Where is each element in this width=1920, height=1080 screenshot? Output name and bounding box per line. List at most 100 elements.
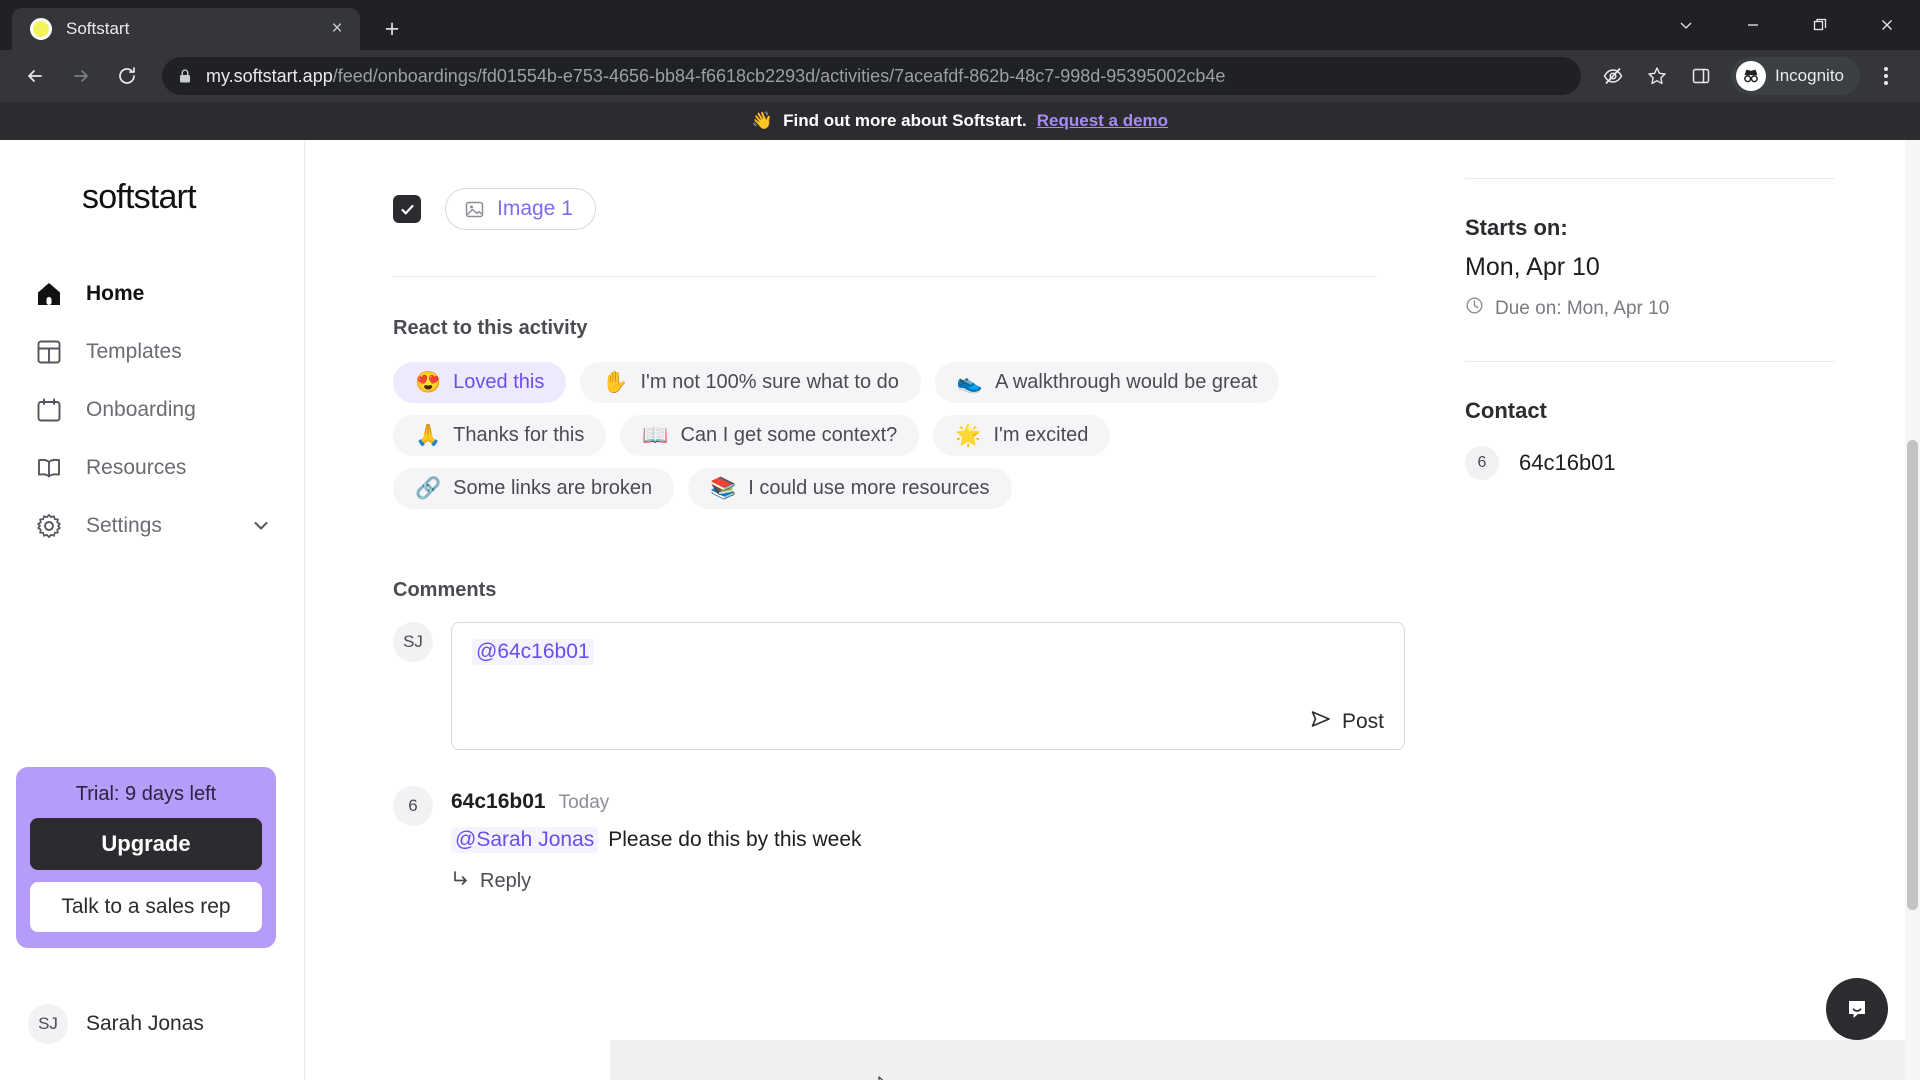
upgrade-button[interactable]: Upgrade bbox=[30, 818, 262, 870]
window-controls bbox=[1652, 0, 1920, 50]
browser-tab[interactable]: Softstart × bbox=[12, 8, 360, 50]
avatar: SJ bbox=[28, 1004, 68, 1044]
sidebar-item-templates[interactable]: Templates bbox=[0, 323, 304, 381]
rail-inner: Starts on: Mon, Apr 10 Due on: Mon, Apr … bbox=[1465, 140, 1835, 520]
contact-row[interactable]: 6 64c16b01 bbox=[1465, 446, 1835, 480]
reaction-chip[interactable]: 🌟 I'm excited bbox=[933, 415, 1111, 456]
trial-status-text: Trial: 9 days left bbox=[75, 783, 217, 805]
templates-grid-icon bbox=[34, 337, 64, 367]
tab-title: Softstart bbox=[66, 19, 130, 38]
reaction-chip[interactable]: ✋ I'm not 100% sure what to do bbox=[580, 362, 921, 403]
reaction-label: Thanks for this bbox=[453, 424, 585, 446]
chevron-down-icon[interactable] bbox=[250, 515, 272, 537]
side-panel-icon[interactable] bbox=[1681, 56, 1721, 96]
reaction-emoji-icon: 🔗 bbox=[415, 477, 442, 500]
reaction-label: I'm excited bbox=[993, 424, 1089, 446]
reaction-chip[interactable]: 👟 A walkthrough would be great bbox=[934, 362, 1280, 403]
reaction-label: Loved this bbox=[453, 371, 545, 393]
lock-icon bbox=[178, 68, 194, 84]
attachment-chip-image-1[interactable]: Image 1 bbox=[445, 188, 596, 230]
avatar: SJ bbox=[393, 622, 433, 662]
sidebar-label-templates: Templates bbox=[86, 340, 182, 363]
back-button[interactable] bbox=[14, 55, 56, 97]
reaction-emoji-icon: 😍 bbox=[415, 371, 442, 394]
sidebar-label-home: Home bbox=[86, 282, 145, 305]
sidebar-item-home[interactable]: Home bbox=[0, 265, 304, 323]
profile-label: Incognito bbox=[1775, 66, 1844, 85]
sidebar-nav: Home Templates Onboarding Resources Sett… bbox=[0, 265, 304, 555]
attachment-row: Image 1 bbox=[365, 140, 1405, 230]
sidebar-item-resources[interactable]: Resources bbox=[0, 439, 304, 497]
reload-button[interactable] bbox=[106, 55, 148, 97]
reaction-label: Some links are broken bbox=[453, 477, 653, 499]
comment-text: @Sarah Jonas Please do this by this week bbox=[451, 827, 862, 853]
post-label: Post bbox=[1341, 710, 1384, 733]
request-demo-link[interactable]: Request a demo bbox=[1037, 111, 1168, 131]
post-comment-button[interactable]: Post bbox=[1310, 709, 1384, 735]
comment-author: 64c16b01 bbox=[451, 790, 546, 813]
profile-incognito-button[interactable]: Incognito bbox=[1731, 57, 1860, 95]
reaction-emoji-icon: ✋ bbox=[602, 371, 629, 394]
contact-block: Contact 6 64c16b01 bbox=[1465, 362, 1835, 520]
comment-input[interactable]: @64c16b01 Post bbox=[451, 622, 1405, 750]
new-tab-button[interactable]: + bbox=[374, 11, 410, 47]
image-icon bbox=[464, 199, 485, 220]
contact-label: Contact bbox=[1465, 398, 1547, 423]
minimize-window-icon[interactable] bbox=[1719, 0, 1786, 50]
url-path: /feed/onboardings/fd01554b-e753-4656-bb8… bbox=[332, 65, 1226, 86]
activity-main-column: Image 1 React to this activity 😍 Loved t… bbox=[305, 140, 1465, 1080]
comment-item: 6 64c16b01 Today @Sarah Jonas Please do … bbox=[365, 750, 1405, 894]
reaction-emoji-icon: 👟 bbox=[956, 371, 984, 394]
tab-search-chevron-icon[interactable] bbox=[1652, 0, 1719, 50]
browser-window: Softstart × + my.softstart.app/feed/onbo… bbox=[0, 0, 1920, 1080]
intercom-chat-icon[interactable] bbox=[1826, 978, 1888, 1040]
page-scrollbar[interactable] bbox=[1905, 140, 1920, 1080]
address-bar[interactable]: my.softstart.app/feed/onboardings/fd0155… bbox=[162, 57, 1581, 95]
talk-to-sales-button[interactable]: Talk to a sales rep bbox=[30, 882, 262, 932]
comment-composer-row: SJ @64c16b01 Post bbox=[365, 602, 1405, 750]
mention-token: @64c16b01 bbox=[472, 639, 594, 665]
close-tab-icon[interactable]: × bbox=[324, 16, 350, 42]
mention-token: @Sarah Jonas bbox=[451, 827, 599, 853]
eye-slash-icon[interactable] bbox=[1593, 56, 1633, 96]
forward-button[interactable] bbox=[60, 55, 102, 97]
browser-titlebar: Softstart × + bbox=[0, 0, 1920, 50]
reply-arrow-icon bbox=[451, 869, 470, 894]
softstart-logo-icon bbox=[30, 18, 52, 40]
reaction-chip[interactable]: 🙏 Thanks for this bbox=[393, 415, 607, 456]
sidebar-item-settings[interactable]: Settings bbox=[0, 497, 304, 555]
close-window-icon[interactable] bbox=[1853, 0, 1920, 50]
avatar: 6 bbox=[393, 786, 433, 826]
reaction-emoji-icon: 🙏 bbox=[415, 424, 442, 447]
reaction-chip[interactable]: 📖 Can I get some context? bbox=[620, 415, 920, 456]
activity-detail: Image 1 React to this activity 😍 Loved t… bbox=[305, 140, 1920, 1080]
sidebar-user-name: Sarah Jonas bbox=[86, 1012, 204, 1035]
activity-meta-rail: Starts on: Mon, Apr 10 Due on: Mon, Apr … bbox=[1465, 140, 1895, 1080]
reaction-label: A walkthrough would be great bbox=[995, 371, 1258, 393]
reaction-chip[interactable]: 😍 Loved this bbox=[393, 362, 567, 403]
url-host: my.softstart.app bbox=[206, 65, 333, 86]
sidebar-item-onboarding[interactable]: Onboarding bbox=[0, 381, 304, 439]
clock-icon bbox=[1465, 296, 1484, 321]
avatar: 6 bbox=[1465, 446, 1499, 480]
reaction-emoji-icon: 📚 bbox=[710, 477, 737, 500]
scrollbar-thumb[interactable] bbox=[1907, 440, 1918, 910]
sidebar-label-onboarding: Onboarding bbox=[86, 398, 196, 421]
schedule-block: Starts on: Mon, Apr 10 Due on: Mon, Apr … bbox=[1465, 179, 1835, 361]
maximize-window-icon[interactable] bbox=[1786, 0, 1853, 50]
starts-on-label: Starts on: bbox=[1465, 215, 1568, 240]
reaction-chip[interactable]: 🔗 Some links are broken bbox=[393, 468, 675, 509]
reply-label: Reply bbox=[480, 870, 532, 892]
bookmark-star-icon[interactable] bbox=[1637, 56, 1677, 96]
comments-section-title: Comments bbox=[393, 579, 497, 601]
sidebar: softstart Home Templates Onboarding Reso… bbox=[0, 140, 305, 1080]
sidebar-user[interactable]: SJ Sarah Jonas bbox=[28, 1004, 204, 1044]
reaction-chip[interactable]: 📚 I could use more resources bbox=[688, 468, 1012, 509]
incognito-hat-icon bbox=[1736, 61, 1766, 91]
reply-button[interactable]: Reply bbox=[451, 869, 862, 894]
brand-logo[interactable]: softstart bbox=[0, 140, 304, 217]
kebab-menu-icon[interactable] bbox=[1866, 56, 1906, 96]
due-on-row: Due on: Mon, Apr 10 bbox=[1465, 296, 1835, 321]
trial-card: Trial: 9 days left Upgrade Talk to a sal… bbox=[16, 767, 276, 948]
attachment-checkbox[interactable] bbox=[393, 195, 421, 223]
